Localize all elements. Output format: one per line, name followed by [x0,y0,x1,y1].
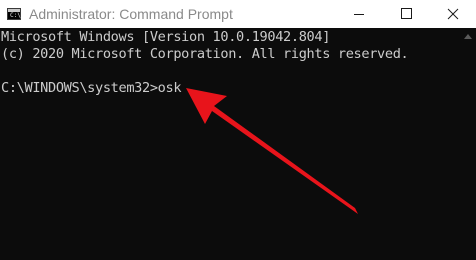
console-output[interactable]: Microsoft Windows [Version 10.0.19042.80… [0,28,476,260]
minimize-icon [354,14,364,15]
command-prompt-icon[interactable]: C:\ [7,8,21,20]
maximize-icon [401,8,412,19]
scroll-up-arrow-icon[interactable] [464,34,472,39]
console-line-copyright: (c) 2020 Microsoft Corporation. All righ… [1,46,409,62]
maximize-button[interactable] [383,0,429,28]
console-line-command: C:\WINDOWS\system32>osk [1,80,182,96]
command-prompt-window: C:\ Administrator: Command Prompt Micros… [0,0,476,260]
close-button[interactable] [430,0,476,28]
vertical-scrollbar[interactable] [459,28,476,260]
console-line-version: Microsoft Windows [Version 10.0.19042.80… [1,29,331,45]
title-bar[interactable]: C:\ Administrator: Command Prompt [0,0,476,28]
close-icon [447,8,459,20]
minimize-button[interactable] [336,0,382,28]
icon-prompt-glyph: C:\ [10,12,21,19]
window-title: Administrator: Command Prompt [29,6,233,22]
